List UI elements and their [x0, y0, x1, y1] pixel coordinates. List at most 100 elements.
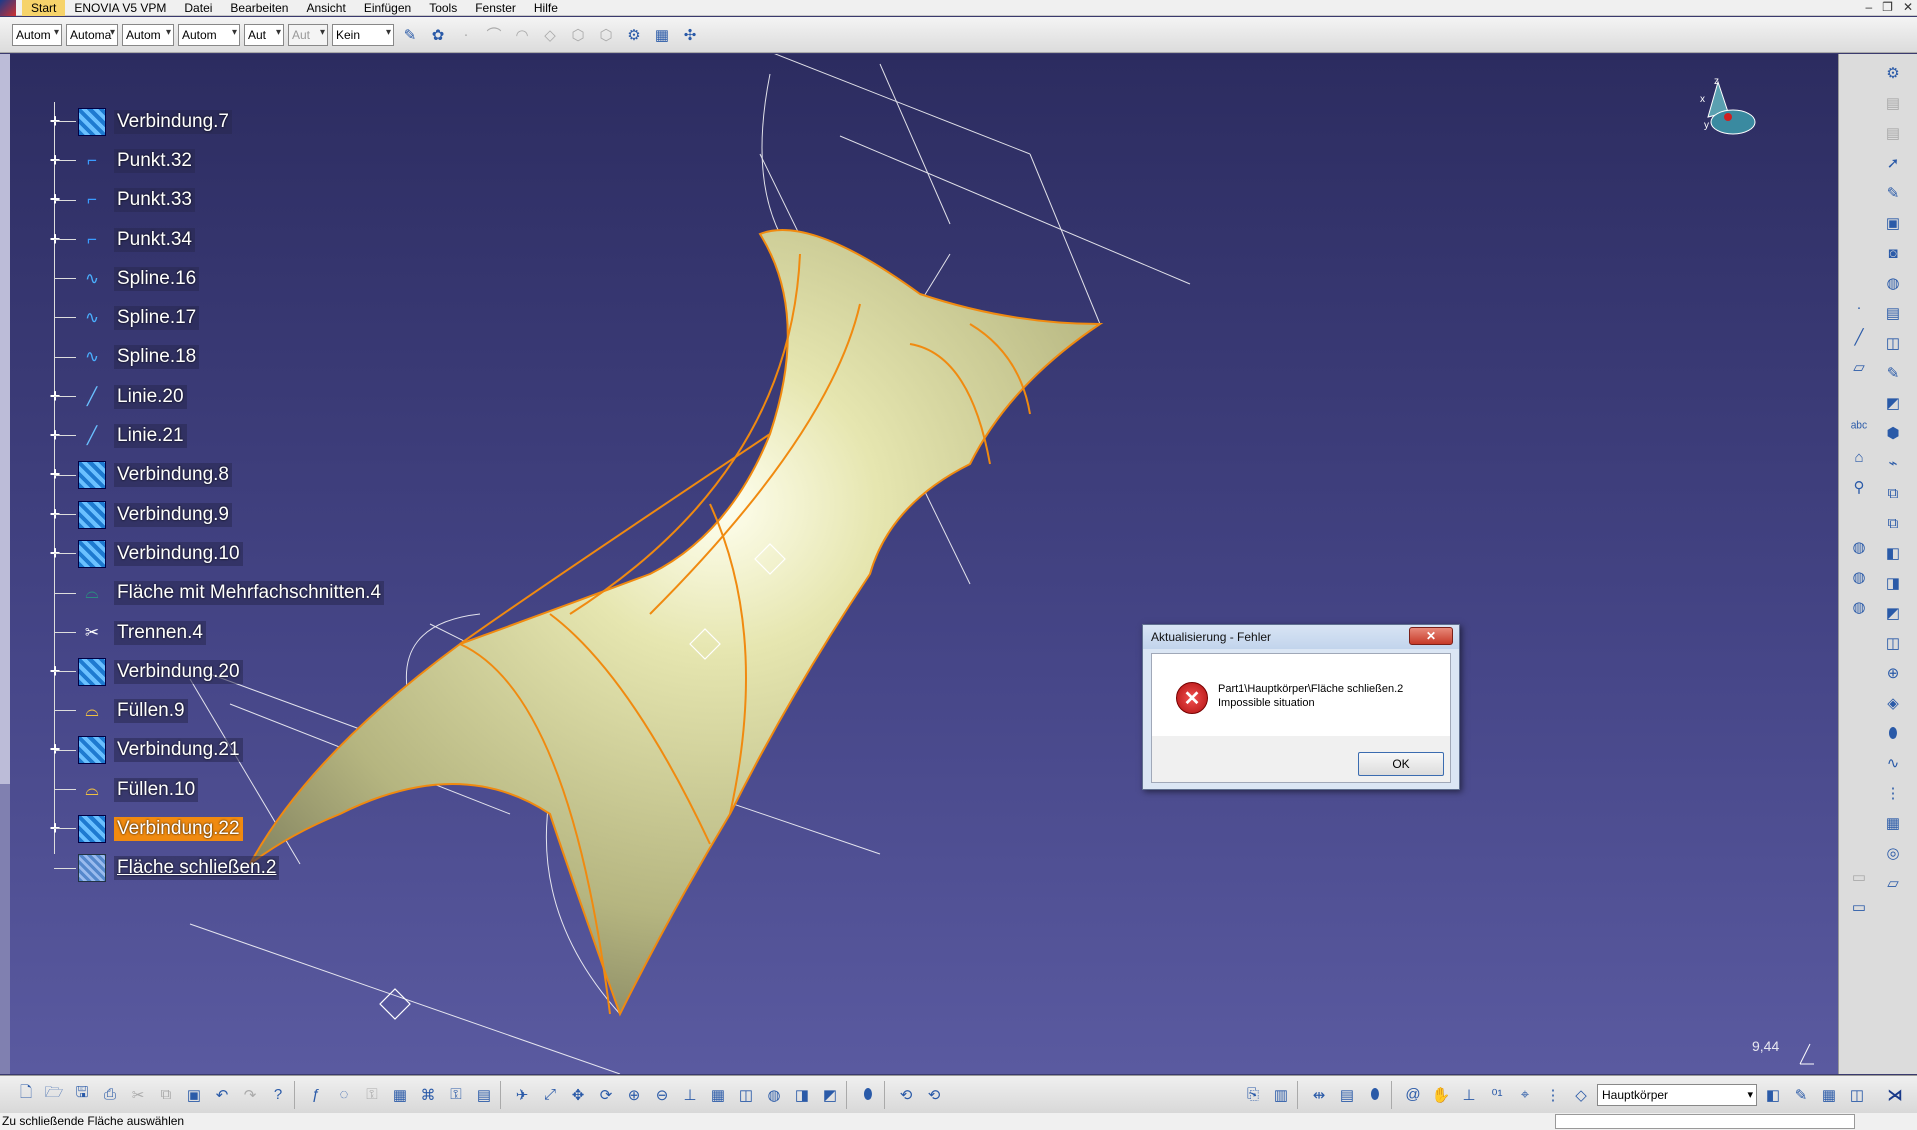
pan-icon[interactable]: ✥: [566, 1083, 590, 1107]
shading-icon[interactable]: ◍: [762, 1083, 786, 1107]
menu-hilfe[interactable]: Hilfe: [525, 0, 567, 16]
geometrical-set-icon[interactable]: ◇: [1569, 1083, 1593, 1107]
multi-view-icon[interactable]: ▦: [706, 1083, 730, 1107]
menu-fenster[interactable]: Fenster: [466, 0, 525, 16]
analysis-b-icon[interactable]: ◍: [1847, 564, 1871, 590]
swap-space-icon[interactable]: ◩: [818, 1083, 842, 1107]
parameters-icon[interactable]: ⚿: [444, 1083, 468, 1107]
law-icon[interactable]: ∿: [1881, 750, 1905, 776]
copy-icon[interactable]: ⧉: [154, 1083, 178, 1107]
symmetry-icon[interactable]: ◈: [1881, 690, 1905, 716]
point-symbol-combo[interactable]: Aut: [244, 23, 284, 46]
body-selector[interactable]: Hauptkörper: [1597, 1083, 1757, 1106]
line-type-combo[interactable]: Autom: [178, 23, 240, 46]
rotate-icon[interactable]: ⟳: [594, 1083, 618, 1107]
fit-all-icon[interactable]: ◎: [1881, 840, 1905, 866]
transparency-combo[interactable]: Automa: [66, 23, 118, 46]
extrude-icon[interactable]: ▣: [1881, 210, 1905, 236]
workbench-switch-icon[interactable]: ◫: [1845, 1083, 1869, 1107]
sketcher-icon[interactable]: ✎: [1789, 1083, 1813, 1107]
select-arrow-icon[interactable]: ➚: [1881, 150, 1905, 176]
insert-body-icon[interactable]: ◧: [1761, 1083, 1785, 1107]
point-tool-icon[interactable]: ·: [454, 23, 478, 47]
layer-combo[interactable]: Kein: [332, 23, 394, 46]
cylinder-icon[interactable]: ▤: [1881, 300, 1905, 326]
power-input-field[interactable]: [1555, 1114, 1855, 1129]
multi-section-icon[interactable]: ⬢: [1881, 420, 1905, 446]
grid-icon[interactable]: ▦: [650, 23, 674, 47]
product-icon[interactable]: ▦: [1817, 1083, 1841, 1107]
boundary-icon[interactable]: ◩: [1881, 600, 1905, 626]
constraint-icon[interactable]: ⌖: [1513, 1083, 1537, 1107]
spiral-icon[interactable]: @: [1401, 1083, 1425, 1107]
restore-icon[interactable]: ❐: [1882, 0, 1893, 14]
knowledge-icon[interactable]: ◌: [332, 1083, 356, 1107]
rendering-style-combo[interactable]: Aut: [288, 23, 328, 46]
iso-view-icon[interactable]: ◫: [734, 1083, 758, 1107]
analysis-a-icon[interactable]: ◍: [1847, 534, 1871, 560]
blend-icon[interactable]: ⌁: [1881, 450, 1905, 476]
open-icon[interactable]: 🗁: [42, 1083, 66, 1107]
undo-icon[interactable]: ↶: [210, 1083, 234, 1107]
heal-icon[interactable]: ⧉: [1881, 510, 1905, 536]
cut-icon[interactable]: ✂: [126, 1083, 150, 1107]
fly-icon[interactable]: ✈: [510, 1083, 534, 1107]
revolve-icon[interactable]: ◙: [1881, 240, 1905, 266]
menu-datei[interactable]: Datei: [175, 0, 221, 16]
line-tool-icon[interactable]: ╱: [1847, 324, 1871, 350]
plane-icon[interactable]: ▱: [1881, 870, 1905, 896]
new-icon[interactable]: 🗋: [14, 1083, 38, 1107]
print-icon[interactable]: ⎙: [98, 1083, 122, 1107]
copy-tool-icon[interactable]: ▭: [1847, 894, 1871, 920]
binary-icon[interactable]: ⁰¹: [1485, 1083, 1509, 1107]
sweep-icon[interactable]: ✎: [1881, 360, 1905, 386]
workbench-b-icon[interactable]: ▤: [1881, 120, 1905, 146]
sketch-icon[interactable]: ✎: [1881, 180, 1905, 206]
workbench-a-icon[interactable]: ▤: [1881, 90, 1905, 116]
measure-icon[interactable]: ⚲: [1847, 474, 1871, 500]
minimize-icon[interactable]: –: [1865, 0, 1872, 14]
3d-viewport[interactable]: z x y + Verbindung.7 + ⌐ Punkt.32 + ⌐ Punkt.3…: [10, 54, 1838, 1074]
save-icon[interactable]: 🖫: [70, 1083, 94, 1107]
lock-icon[interactable]: ⚿: [360, 1083, 384, 1107]
compass-icon[interactable]: z x y: [1700, 76, 1756, 135]
eraser-tool-icon[interactable]: ⬮: [1881, 720, 1905, 746]
format-painter-icon[interactable]: ✎: [398, 23, 422, 47]
fit-all-icon[interactable]: ⤢: [538, 1083, 562, 1107]
balloon-icon[interactable]: ⌂: [1847, 444, 1871, 470]
catalog-icon[interactable]: ▥: [1269, 1083, 1293, 1107]
capture-icon[interactable]: ⎘: [1241, 1083, 1265, 1107]
workbench-icon[interactable]: ⚙: [622, 23, 646, 47]
repetition-icon[interactable]: ⋮: [1881, 780, 1905, 806]
trim-icon[interactable]: ◨: [1881, 570, 1905, 596]
analysis-icon[interactable]: ✣: [678, 23, 702, 47]
group-icon-2[interactable]: ⬡: [594, 23, 618, 47]
update-all-icon[interactable]: ⟲: [922, 1083, 946, 1107]
inertia-icon[interactable]: ⬮: [1363, 1083, 1387, 1107]
update-icon[interactable]: ⟲: [894, 1083, 918, 1107]
menu-start[interactable]: Start: [22, 0, 66, 16]
relations-icon[interactable]: ⌘: [416, 1083, 440, 1107]
menu-enovia[interactable]: ENOVIA V5 VPM: [65, 0, 175, 16]
pattern-icon[interactable]: ▦: [1881, 810, 1905, 836]
normal-view-icon[interactable]: ⊥: [678, 1083, 702, 1107]
arc-tool-icon[interactable]: ◠: [510, 23, 534, 47]
settings-icon[interactable]: ⚙: [1881, 60, 1905, 86]
curve-tool-icon[interactable]: ⌒: [482, 23, 506, 47]
help-icon[interactable]: ?: [266, 1083, 290, 1107]
hide-show-icon[interactable]: ◨: [790, 1083, 814, 1107]
close-icon[interactable]: ✕: [1903, 0, 1913, 14]
offset-icon[interactable]: ◫: [1881, 330, 1905, 356]
design-table-icon[interactable]: ▤: [472, 1083, 496, 1107]
transform-icon[interactable]: ⊕: [1881, 660, 1905, 686]
table-icon[interactable]: ▦: [388, 1083, 412, 1107]
menu-tools[interactable]: Tools: [420, 0, 466, 16]
group-icon-1[interactable]: ⬡: [566, 23, 590, 47]
menu-einfuegen[interactable]: Einfügen: [355, 0, 420, 16]
menu-ansicht[interactable]: Ansicht: [297, 0, 354, 16]
axis-system-icon[interactable]: ⊥: [1457, 1083, 1481, 1107]
extract-icon[interactable]: ◫: [1881, 630, 1905, 656]
point-tool-icon[interactable]: ·: [1847, 294, 1871, 320]
fill-tool-icon[interactable]: ◩: [1881, 390, 1905, 416]
measure-between-icon[interactable]: ⇹: [1307, 1083, 1331, 1107]
